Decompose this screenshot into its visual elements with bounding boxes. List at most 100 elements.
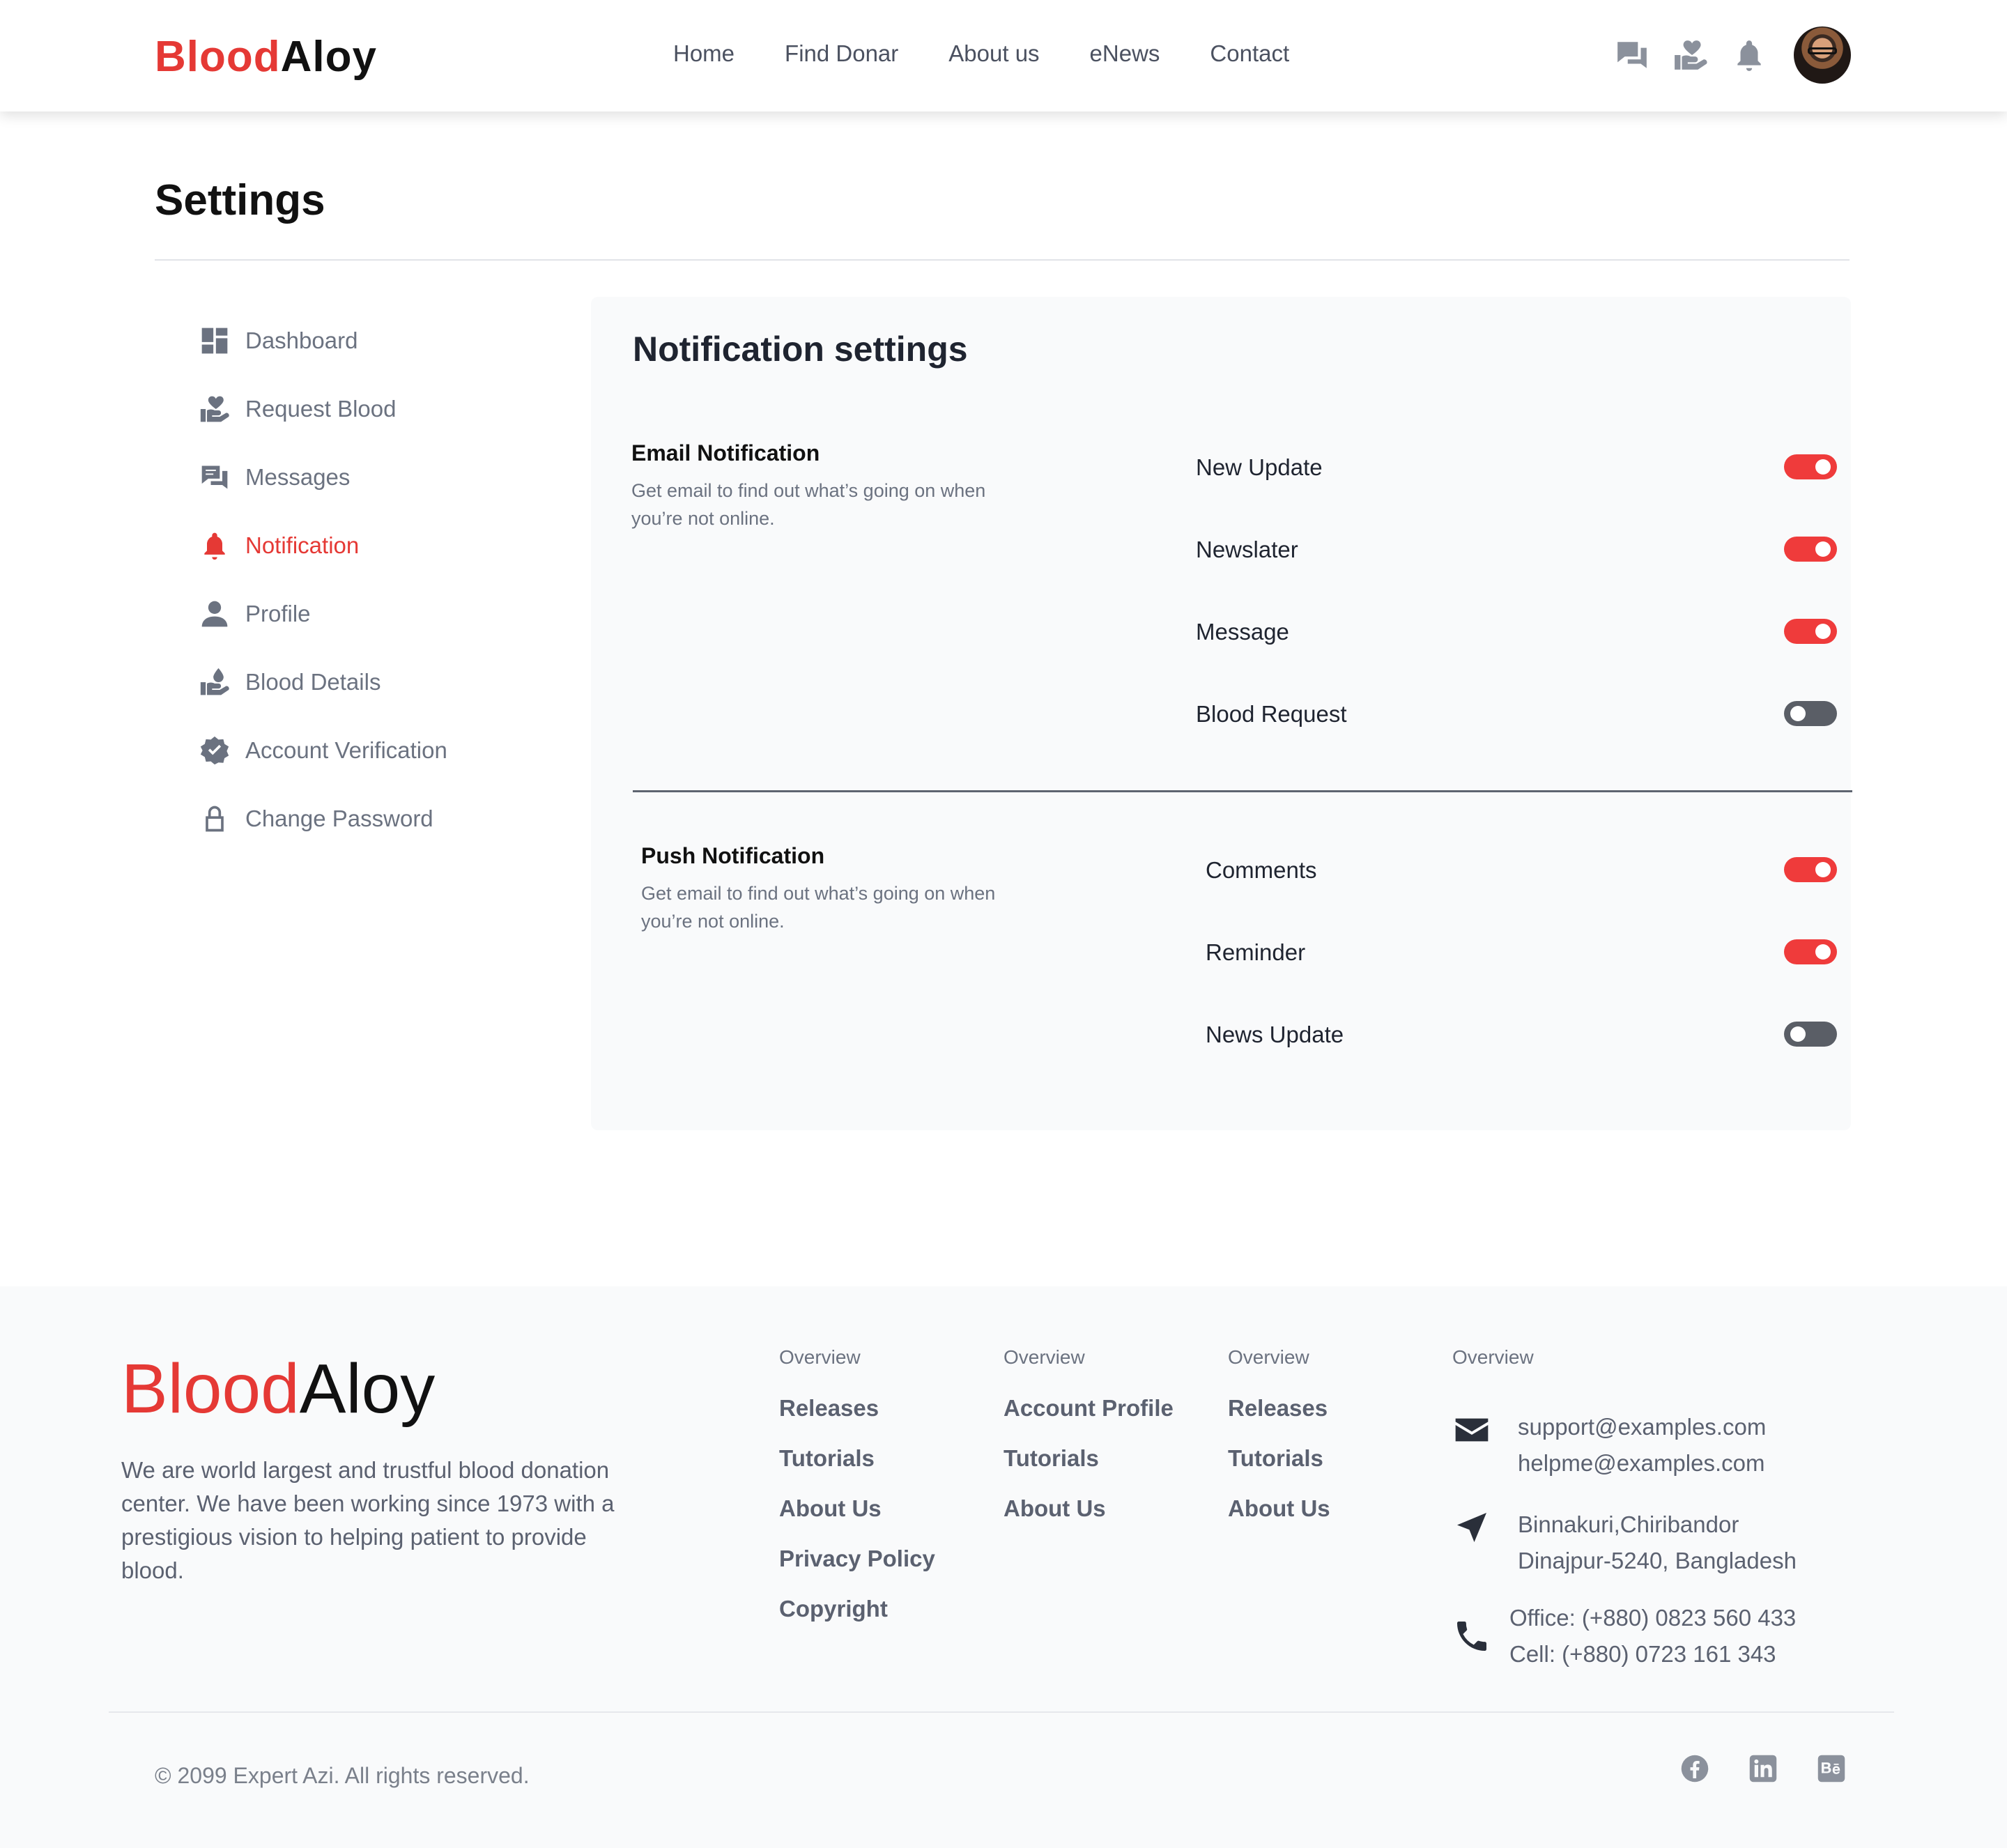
footer-link[interactable]: Tutorials — [779, 1445, 935, 1495]
nav-enews[interactable]: eNews — [1090, 40, 1160, 67]
option-new-update-label: New Update — [1196, 454, 1323, 480]
toggle-newslater[interactable] — [1784, 537, 1837, 562]
footer-link[interactable]: About Us — [1004, 1495, 1174, 1546]
nav-find-donar[interactable]: Find Donar — [785, 40, 898, 67]
contact-phone-office[interactable]: Office: (+880) 0823 560 433 — [1509, 1600, 1796, 1636]
option-comments-label: Comments — [1206, 857, 1317, 883]
footer-link[interactable]: Tutorials — [1004, 1445, 1174, 1495]
footer-link[interactable]: Tutorials — [1228, 1445, 1330, 1495]
dashboard-icon — [198, 324, 231, 357]
footer-logo[interactable]: BloodAloy — [121, 1349, 435, 1429]
contact-address-line-2: Dinajpur-5240, Bangladesh — [1518, 1548, 1797, 1573]
toggle-reminder[interactable] — [1784, 939, 1837, 964]
footer-logo-dark: Aloy — [299, 1350, 436, 1428]
toggle-new-update[interactable] — [1784, 454, 1837, 479]
nav-contact[interactable]: Contact — [1210, 40, 1289, 67]
phone-icon — [1451, 1615, 1493, 1657]
option-blood-request-label: Blood Request — [1196, 701, 1347, 727]
option-message-label: Message — [1196, 619, 1289, 645]
envelope-icon — [1451, 1409, 1493, 1451]
sidebar-item-request-blood[interactable]: Request Blood — [198, 375, 560, 443]
bell-icon[interactable] — [1731, 37, 1767, 73]
contact-email-support[interactable]: support@examples.com — [1518, 1409, 1766, 1445]
sidebar-item-blood-details[interactable]: Blood Details — [198, 648, 560, 716]
sidebar-item-profile[interactable]: Profile — [198, 580, 560, 648]
contact-email-help[interactable]: helpme@examples.com — [1518, 1445, 1766, 1481]
footer-link[interactable]: Copyright — [779, 1596, 935, 1646]
page-title: Settings — [155, 176, 325, 224]
facebook-icon[interactable] — [1679, 1753, 1710, 1784]
user-icon — [198, 597, 231, 631]
panel-divider — [633, 790, 1852, 792]
brand-logo[interactable]: BloodAloy — [155, 32, 377, 82]
sidebar-item-label: Account Verification — [245, 737, 447, 763]
footer-column-heading: Overview — [779, 1346, 861, 1368]
main-nav: Home Find Donar About us eNews Contact — [673, 40, 1339, 67]
linkedin-icon[interactable] — [1748, 1753, 1778, 1784]
push-notification-description: Get email to find out what’s going on wh… — [641, 883, 996, 932]
email-notification-description: Get email to find out what’s going on wh… — [631, 480, 986, 529]
footer-contact-column: Overview — [1452, 1346, 1534, 1395]
sidebar-item-notification[interactable]: Notification — [198, 511, 560, 580]
footer-link[interactable]: Account Profile — [1004, 1395, 1174, 1445]
brand-logo-red: Blood — [155, 33, 281, 81]
social-links — [1679, 1753, 1884, 1784]
footer-column-heading: Overview — [1228, 1346, 1309, 1368]
footer-divider — [109, 1711, 1894, 1713]
footer-column-heading: Overview — [1004, 1346, 1085, 1368]
toggle-blood-request[interactable] — [1784, 701, 1837, 726]
footer-column-3: Overview Releases Tutorials About Us — [1228, 1346, 1330, 1546]
header-actions — [1614, 26, 1851, 84]
sidebar-item-label: Messages — [245, 464, 351, 490]
footer-link[interactable]: Releases — [1228, 1395, 1330, 1445]
sidebar-item-change-password[interactable]: Change Password — [198, 785, 560, 853]
contact-phone: Office: (+880) 0823 560 433 Cell: (+880)… — [1451, 1600, 1796, 1672]
sidebar-item-messages[interactable]: Messages — [198, 443, 560, 511]
bell-icon — [198, 529, 231, 562]
toggle-message[interactable] — [1784, 619, 1837, 644]
brand-logo-dark: Aloy — [280, 33, 377, 81]
footer-link[interactable]: Privacy Policy — [779, 1546, 935, 1596]
sidebar-item-label: Change Password — [245, 806, 433, 831]
option-newslater-label: Newslater — [1196, 537, 1298, 562]
footer-link[interactable]: About Us — [1228, 1495, 1330, 1546]
sidebar-item-label: Profile — [245, 601, 311, 626]
sidebar-item-account-verification[interactable]: Account Verification — [198, 716, 560, 785]
contact-address: Binnakuri,Chiribandor Dinajpur-5240, Ban… — [1451, 1507, 1797, 1579]
email-notification-heading: Email Notification — [631, 440, 820, 465]
sidebar-item-label: Request Blood — [245, 396, 397, 422]
hand-heart-icon — [198, 392, 231, 426]
messages-icon — [198, 461, 231, 494]
toggle-news-update[interactable] — [1784, 1022, 1837, 1047]
contact-address-line-1: Binnakuri,Chiribandor — [1518, 1511, 1739, 1537]
verified-badge-icon — [198, 734, 231, 767]
notification-settings-panel: Notification settings Email Notification… — [591, 297, 1852, 1130]
sidebar-item-dashboard[interactable]: Dashboard — [198, 307, 560, 375]
location-arrow-icon — [1451, 1507, 1493, 1548]
blood-drop-hand-icon — [198, 665, 231, 699]
footer-logo-red: Blood — [121, 1350, 300, 1428]
footer-link[interactable]: Releases — [779, 1395, 935, 1445]
request-blood-icon[interactable] — [1672, 37, 1709, 73]
site-footer: BloodAloy We are world largest and trust… — [0, 1286, 2007, 1848]
footer-link[interactable]: About Us — [779, 1495, 935, 1546]
copyright-text: © 2099 Expert Azi. All rights reserved. — [155, 1763, 530, 1788]
title-divider — [155, 259, 1850, 261]
nav-home[interactable]: Home — [673, 40, 735, 67]
sidebar-item-label: Notification — [245, 532, 360, 558]
push-notification-heading: Push Notification — [641, 843, 825, 868]
behance-icon[interactable] — [1816, 1753, 1847, 1784]
toggle-comments[interactable] — [1784, 857, 1837, 882]
messages-icon[interactable] — [1614, 37, 1650, 73]
footer-description: We are world largest and trustful blood … — [121, 1457, 615, 1583]
settings-sidebar: Dashboard Request Blood Messages Notific… — [198, 307, 560, 853]
footer-column-1: Overview Releases Tutorials About Us Pri… — [779, 1346, 935, 1646]
lock-icon — [198, 802, 231, 836]
panel-title: Notification settings — [633, 330, 968, 369]
nav-about-us[interactable]: About us — [948, 40, 1039, 67]
footer-column-heading: Overview — [1452, 1346, 1534, 1368]
contact-phone-cell[interactable]: Cell: (+880) 0723 161 343 — [1509, 1636, 1796, 1672]
contact-email: support@examples.com helpme@examples.com — [1451, 1409, 1766, 1481]
avatar[interactable] — [1794, 26, 1851, 84]
footer-column-2: Overview Account Profile Tutorials About… — [1004, 1346, 1174, 1546]
